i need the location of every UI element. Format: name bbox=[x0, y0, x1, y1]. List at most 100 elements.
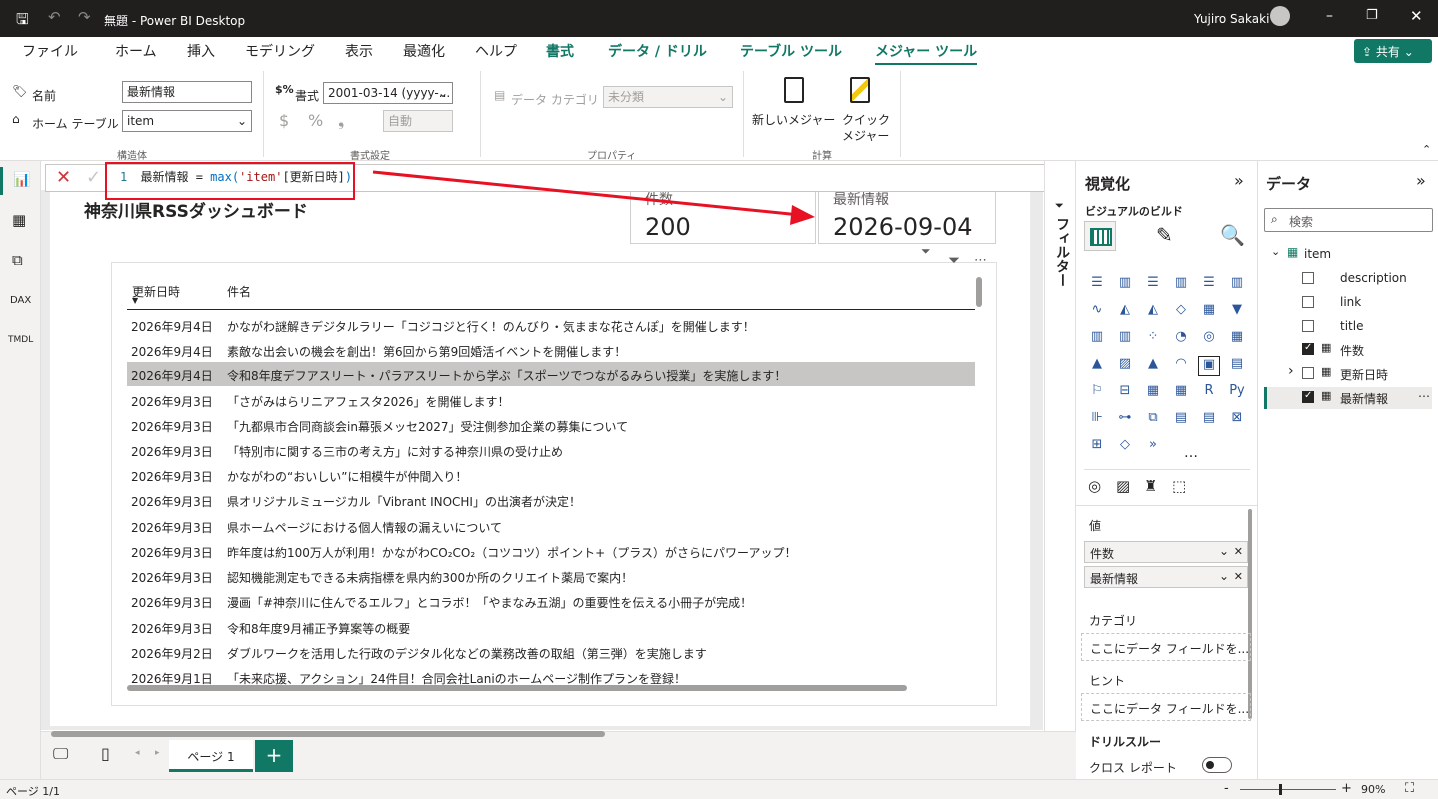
clustered-bar-icon[interactable]: ☰ bbox=[1142, 275, 1164, 295]
mobile-layout-icon[interactable]: ▯ bbox=[101, 744, 110, 763]
zoom-slider-thumb[interactable] bbox=[1279, 784, 1282, 795]
remove-icon[interactable]: ✕ bbox=[1234, 545, 1243, 558]
table-grid-icon bbox=[1090, 228, 1112, 246]
map-icon[interactable]: ▲ bbox=[1086, 356, 1108, 376]
funnel-icon[interactable]: ▼ bbox=[1226, 302, 1248, 322]
line-column-icon[interactable]: ▥ bbox=[1086, 329, 1108, 349]
line-icon[interactable]: ∿ bbox=[1086, 302, 1108, 322]
gauge-icon[interactable]: ◠ bbox=[1170, 356, 1192, 376]
azure-map-icon[interactable]: ▲ bbox=[1142, 356, 1164, 376]
ribbon-icon[interactable]: ◇ bbox=[1170, 302, 1192, 322]
remove-icon[interactable]: ✕ bbox=[1234, 570, 1243, 583]
field-label[interactable]: title bbox=[1340, 319, 1363, 333]
filters-pane[interactable]: ⏷ フィルター bbox=[1044, 161, 1076, 779]
matrix-icon[interactable]: ▦ bbox=[1170, 383, 1192, 403]
r-visual-icon[interactable]: R bbox=[1198, 383, 1220, 403]
chevron-right-icon[interactable]: › bbox=[1288, 363, 1294, 379]
viz-title: 視覚化 bbox=[1085, 175, 1131, 193]
trophy-icon[interactable]: ♜ bbox=[1144, 477, 1157, 495]
chevron-down-icon[interactable]: ⌄ bbox=[1271, 245, 1280, 258]
chevron-down-icon[interactable]: ⌄ bbox=[1219, 569, 1229, 583]
build-visual-tab[interactable] bbox=[1084, 221, 1116, 251]
card-icon[interactable]: ▣ bbox=[1198, 356, 1220, 376]
stacked-area-icon[interactable]: ◭ bbox=[1142, 302, 1164, 322]
table-icon[interactable]: ▦ bbox=[1142, 383, 1164, 403]
hint-drop-zone[interactable]: ここにデータ フィールドを... bbox=[1081, 693, 1251, 721]
next-page-icon[interactable]: ▸ bbox=[155, 748, 160, 758]
collapse-viz-icon[interactable]: » bbox=[1234, 171, 1244, 190]
field-label[interactable]: 件数 bbox=[1340, 342, 1364, 359]
toggle-knob bbox=[1206, 761, 1214, 769]
field-label[interactable]: description bbox=[1340, 271, 1407, 285]
more-visuals-icon[interactable]: … bbox=[1184, 445, 1198, 461]
field-label[interactable]: link bbox=[1340, 295, 1361, 309]
category-drop-zone[interactable]: ここにデータ フィールドを... bbox=[1081, 633, 1251, 661]
donut-icon[interactable]: ◎ bbox=[1198, 329, 1220, 349]
stacked-bar-icon[interactable]: ☰ bbox=[1086, 275, 1108, 295]
value-well-latest[interactable]: 最新情報 ⌄ ✕ bbox=[1084, 566, 1248, 588]
custom-visual-icon[interactable]: ⬚ bbox=[1172, 477, 1186, 495]
paginated-icon[interactable]: ▤ bbox=[1198, 410, 1220, 430]
search-input[interactable]: ⌕ 検索 bbox=[1264, 208, 1433, 232]
zoom-in-button[interactable]: + bbox=[1341, 781, 1352, 796]
slicer-icon[interactable]: ⊟ bbox=[1114, 383, 1136, 403]
filled-map-icon[interactable]: ▨ bbox=[1114, 356, 1136, 376]
value-well-count[interactable]: 件数 ⌄ ✕ bbox=[1084, 541, 1248, 563]
fit-to-page-icon[interactable]: ⛶ bbox=[1405, 781, 1414, 796]
globe-visual-icon[interactable]: ◎ bbox=[1088, 477, 1101, 495]
separator bbox=[1084, 469, 1250, 470]
more-options-icon[interactable]: ⋯ bbox=[1418, 389, 1430, 403]
key-influencers-icon[interactable]: ⊪ bbox=[1086, 410, 1108, 430]
prev-page-icon[interactable]: ◂ bbox=[135, 748, 140, 758]
canvas-hscrollbar[interactable] bbox=[51, 731, 605, 737]
page-indicator: ページ 1/1 bbox=[6, 785, 60, 798]
waterfall-icon[interactable]: ▦ bbox=[1198, 302, 1220, 322]
area-icon[interactable]: ◭ bbox=[1114, 302, 1136, 322]
100-bar-icon[interactable]: ☰ bbox=[1198, 275, 1220, 295]
narrative-icon[interactable]: ▤ bbox=[1170, 410, 1192, 430]
scatter-icon[interactable]: ⁘ bbox=[1142, 329, 1164, 349]
search-icon: ⌕ bbox=[1271, 212, 1278, 226]
format-visual-icon[interactable]: ✎ bbox=[1156, 223, 1173, 247]
field-checkbox[interactable] bbox=[1302, 320, 1314, 332]
page-tab[interactable]: ページ 1 bbox=[169, 740, 253, 772]
clustered-column-icon[interactable]: ▥ bbox=[1170, 275, 1192, 295]
cross-report-toggle[interactable] bbox=[1202, 757, 1232, 773]
collapse-data-icon[interactable]: » bbox=[1416, 171, 1426, 190]
field-checkbox[interactable] bbox=[1302, 342, 1314, 355]
field-label[interactable]: 更新日時 bbox=[1340, 366, 1388, 383]
power-automate-icon[interactable]: ⊞ bbox=[1086, 437, 1108, 457]
add-page-button[interactable]: + bbox=[255, 740, 293, 772]
zoom-slider[interactable] bbox=[1240, 784, 1336, 795]
field-checkbox[interactable] bbox=[1302, 272, 1314, 284]
kpi-icon[interactable]: ⚐ bbox=[1086, 383, 1108, 403]
treemap-icon[interactable]: ▦ bbox=[1226, 329, 1248, 349]
metrics-icon[interactable]: ◇ bbox=[1114, 437, 1136, 457]
power-apps-icon[interactable]: ⊠ bbox=[1226, 410, 1248, 430]
field-checkbox[interactable] bbox=[1302, 390, 1314, 403]
qa-icon[interactable]: ⧉ bbox=[1142, 410, 1164, 430]
table-icon: ▦ bbox=[1287, 245, 1299, 259]
table-name[interactable]: item bbox=[1304, 247, 1331, 261]
decomposition-icon[interactable]: ⊶ bbox=[1114, 410, 1136, 430]
multi-row-card-icon[interactable]: ▤ bbox=[1226, 356, 1248, 376]
python-visual-icon[interactable]: Py bbox=[1226, 383, 1248, 403]
calendar-icon: ▦ bbox=[1321, 365, 1332, 378]
pie-icon[interactable]: ◔ bbox=[1170, 329, 1192, 349]
hint-label: ヒント bbox=[1089, 674, 1126, 688]
field-checkbox[interactable] bbox=[1302, 296, 1314, 308]
visualizations-pane: 視覚化 » ビジュアルのビルド ✎ 🔍 ☰ ▥ ☰ ▥ ☰ ▥ ∿ ◭ ◭ ◇ ▦ ▼ ▥ ▥ ⁘ ◔ ◎ ▦ ▲ ▨… bbox=[1076, 161, 1258, 779]
viz-scrollbar[interactable] bbox=[1248, 509, 1252, 719]
100-column-icon[interactable]: ▥ bbox=[1226, 275, 1248, 295]
stacked-column-icon[interactable]: ▥ bbox=[1114, 275, 1136, 295]
goals-icon[interactable]: » bbox=[1142, 437, 1164, 457]
desktop-layout-icon[interactable]: 🖵 bbox=[53, 744, 68, 764]
zoom-out-button[interactable]: - bbox=[1224, 781, 1229, 796]
data-pane: データ » ⌕ 検索 ⌄ ▦ item bbox=[1258, 161, 1438, 779]
line-clustered-icon[interactable]: ▥ bbox=[1114, 329, 1136, 349]
chevron-down-icon[interactable]: ⌄ bbox=[1219, 544, 1229, 558]
field-label[interactable]: 最新情報 bbox=[1340, 390, 1388, 407]
field-checkbox[interactable] bbox=[1302, 367, 1314, 379]
map-visual-icon[interactable]: ▨ bbox=[1116, 477, 1130, 495]
analytics-icon[interactable]: 🔍 bbox=[1220, 223, 1245, 247]
